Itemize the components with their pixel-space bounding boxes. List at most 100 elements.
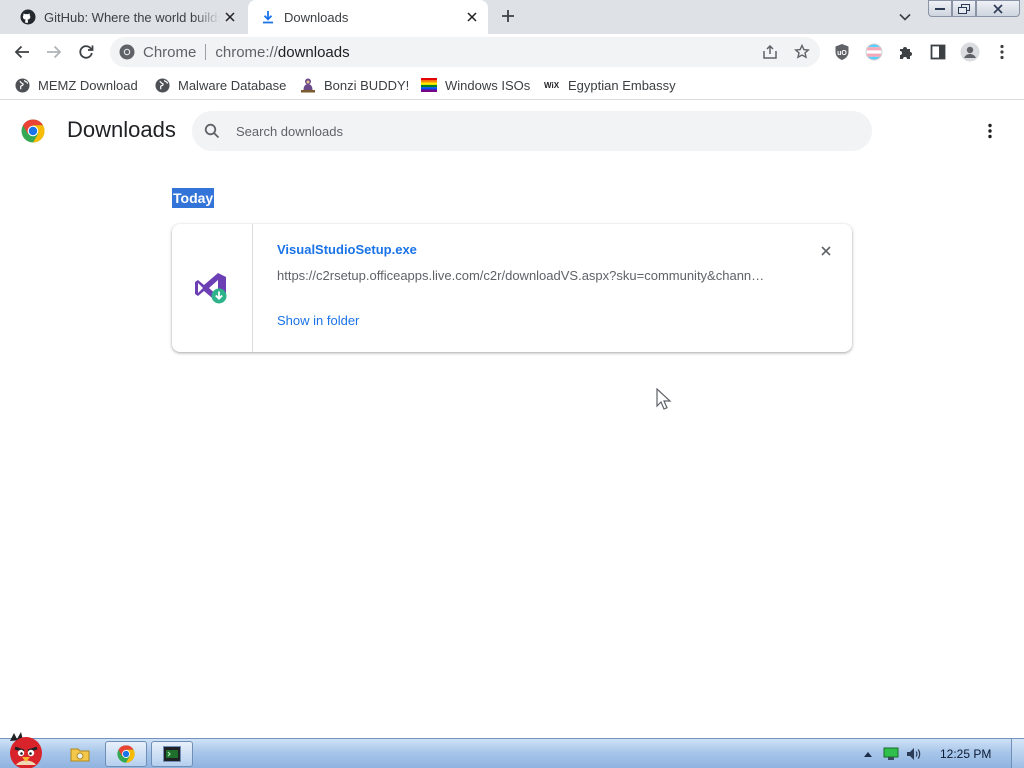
network-tray-icon[interactable] (883, 746, 899, 762)
screen: GitHub: Where the world builds software … (0, 0, 1024, 768)
back-button[interactable] (11, 41, 33, 63)
remove-download-button[interactable] (816, 241, 836, 261)
share-icon (763, 45, 777, 59)
forward-button[interactable] (43, 41, 65, 63)
side-panel-icon (930, 44, 946, 60)
minimize-button[interactable] (928, 0, 952, 17)
profile-button[interactable] (959, 41, 981, 63)
back-arrow-icon (14, 45, 29, 59)
downloads-menu-button[interactable] (980, 121, 1000, 141)
svg-text:WiX: WiX (544, 81, 560, 90)
chrome-menu-button[interactable] (991, 41, 1013, 63)
close-icon (993, 3, 1003, 14)
downloads-header: Downloads (0, 101, 1024, 159)
bookmark-star-button[interactable] (793, 44, 811, 60)
show-hidden-icons-button[interactable] (860, 746, 876, 762)
more-vert-icon (1000, 44, 1004, 60)
url-origin-label: Chrome (143, 43, 197, 61)
globe-icon (154, 77, 170, 93)
download-item-icon-column (172, 224, 253, 352)
github-icon (20, 9, 36, 25)
address-bar[interactable]: Chrome chrome://downloads (110, 37, 820, 67)
tab-downloads[interactable]: Downloads (248, 0, 488, 34)
browser-toolbar: Chrome chrome://downloads uO (0, 34, 1024, 70)
taskbar-chrome-button[interactable] (105, 741, 147, 767)
reload-icon (79, 45, 94, 59)
flag-extension-button[interactable] (863, 41, 885, 63)
start-button-angry-bird-icon[interactable] (2, 731, 50, 768)
download-file-name-link[interactable]: VisualStudioSetup.exe (277, 242, 417, 257)
restore-icon (958, 3, 970, 14)
bookmark-label: Windows ISOs (445, 77, 531, 93)
show-in-folder-link[interactable]: Show in folder (277, 313, 359, 328)
star-icon (794, 44, 810, 59)
window-controls (928, 0, 1020, 18)
show-desktop-button[interactable] (1011, 739, 1024, 768)
visual-studio-icon (195, 273, 227, 304)
mouse-cursor-icon (656, 388, 672, 410)
puzzle-icon (900, 47, 912, 59)
download-item-card: VisualStudioSetup.exe https://c2rsetup.o… (172, 224, 852, 352)
trans-flag-icon (865, 43, 883, 61)
taskbar-clock[interactable]: 12:25 PM (940, 747, 991, 761)
download-source-url[interactable]: https://c2rsetup.officeapps.live.com/c2r… (277, 268, 777, 283)
rainbow-flag-icon (421, 77, 437, 93)
tray-up-arrow-icon (864, 752, 872, 757)
share-button[interactable] (761, 44, 779, 60)
close-icon (821, 246, 831, 256)
plus-icon (502, 10, 514, 22)
close-window-button[interactable] (976, 0, 1020, 17)
bookmark-windows-isos[interactable]: Windows ISOs (421, 76, 530, 94)
date-group-label: Today (172, 188, 215, 208)
terminal-icon (163, 746, 181, 762)
bookmark-egyptian-embassy[interactable]: WiX Egyptian Embassy (544, 76, 676, 94)
search-input[interactable] (236, 111, 856, 151)
bookmark-malware-database[interactable]: Malware Database (154, 76, 286, 94)
globe-icon (14, 77, 30, 93)
download-icon (260, 9, 276, 25)
tab-title: Downloads (284, 9, 349, 25)
search-downloads[interactable] (192, 111, 872, 151)
restore-button[interactable] (952, 0, 976, 17)
forward-arrow-icon (47, 45, 62, 59)
volume-tray-icon[interactable] (906, 746, 922, 762)
taskbar-pinned-folder[interactable] (68, 743, 92, 765)
bookmarks-bar: MEMZ Download Malware Database Bonzi BUD… (0, 70, 1024, 100)
search-icon (204, 123, 220, 139)
taskbar-terminal-button[interactable] (151, 741, 193, 767)
tab-strip: GitHub: Where the world builds software … (0, 0, 1024, 34)
folder-icon (70, 748, 90, 762)
tab-title: GitHub: Where the world builds software (44, 9, 220, 25)
bonzi-icon (300, 77, 316, 93)
ublock-extension-button[interactable]: uO (831, 41, 853, 63)
url-separator (205, 44, 207, 60)
bookmark-label: MEMZ Download (38, 77, 138, 93)
tab-github[interactable]: GitHub: Where the world builds software (8, 0, 246, 34)
side-panel-button[interactable] (927, 41, 949, 63)
bookmark-label: Egyptian Embassy (568, 77, 676, 93)
more-vert-icon (988, 123, 992, 139)
chrome-icon (117, 745, 135, 763)
tab-search-button[interactable] (895, 8, 915, 26)
bookmark-label: Malware Database (178, 77, 287, 93)
bookmark-label: Bonzi BUDDY! (324, 77, 410, 93)
extensions-button[interactable] (895, 41, 917, 63)
bookmark-bonzi-buddy[interactable]: Bonzi BUDDY! (300, 76, 409, 94)
profile-avatar-icon (960, 42, 980, 62)
reload-button[interactable] (75, 41, 97, 63)
page-title: Downloads (67, 117, 176, 142)
chrome-icon (119, 44, 135, 60)
wix-icon: WiX (544, 77, 560, 93)
svg-text:uO: uO (837, 50, 847, 57)
taskbar: 12:25 PM (0, 732, 1024, 768)
url-path: downloads (277, 43, 350, 61)
chevron-down-icon (899, 13, 911, 21)
bookmark-memz-download[interactable]: MEMZ Download (14, 76, 138, 94)
close-tab-icon[interactable] (220, 7, 240, 27)
ublock-shield-icon: uO (835, 44, 849, 60)
chrome-logo-icon (21, 119, 45, 143)
url-scheme: chrome:// (215, 43, 278, 61)
network-icon (883, 747, 899, 760)
close-tab-icon[interactable] (462, 7, 482, 27)
new-tab-button[interactable] (497, 6, 519, 28)
